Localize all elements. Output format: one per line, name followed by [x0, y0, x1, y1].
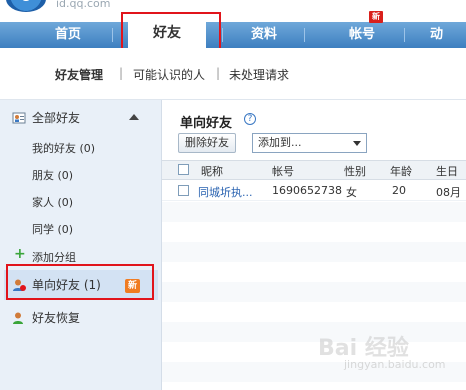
sub-nav: 好友管理 | 可能认识的人 | 未处理请求 [0, 48, 466, 100]
table-header: 昵称 帐号 性别 年龄 生日 [162, 160, 466, 180]
site-url: id.qq.com [56, 0, 111, 10]
empty-row [162, 322, 466, 342]
sidebar-recovery-label: 好友恢复 [32, 311, 81, 325]
user-warning-icon [13, 279, 26, 291]
page-title: 单向好友 [180, 116, 233, 131]
nav-home[interactable]: 首页 [36, 22, 100, 48]
column-header-gender[interactable]: 性别 [344, 163, 366, 179]
nav-divider [404, 28, 405, 42]
help-icon[interactable]: ? [244, 113, 256, 125]
subnav-separator: | [216, 66, 221, 80]
sidebar-group-family[interactable]: 家人 (0) [32, 194, 73, 210]
row-nickname-link[interactable]: 同城圻执... [198, 184, 253, 200]
subnav-pending-requests[interactable]: 未处理请求 [229, 66, 289, 83]
main-nav: 首页 资料 帐号 动 [0, 22, 466, 48]
subnav-friend-management[interactable]: 好友管理 [55, 66, 103, 83]
chevron-up-icon[interactable] [129, 114, 139, 120]
sidebar-all-friends[interactable]: 全部好友 [4, 102, 158, 134]
add-to-group-select[interactable]: 添加到... [252, 133, 367, 153]
sidebar-one-way-friends[interactable]: 单向好友 (1) 新 [4, 270, 158, 300]
baidu-watermark-url: jingyan.baidu.com [344, 358, 446, 371]
chevron-down-icon [353, 141, 361, 146]
plus-icon: + [14, 246, 26, 262]
sidebar-all-friends-label: 全部好友 [32, 111, 81, 125]
nav-divider [222, 28, 223, 42]
row-account: 1690652738 [272, 184, 342, 197]
sidebar-friend-recovery[interactable]: 好友恢复 [4, 302, 158, 334]
column-header-age[interactable]: 年龄 [390, 163, 412, 179]
nav-account[interactable]: 帐号 [330, 22, 394, 48]
nav-friends-tab[interactable]: 好友 [128, 16, 206, 48]
select-all-checkbox[interactable] [178, 164, 189, 175]
subnav-people-you-may-know[interactable]: 可能认识的人 [133, 66, 205, 83]
add-group-label: 添加分组 [32, 251, 76, 264]
sidebar-group-classmates[interactable]: 同学 (0) [32, 221, 73, 237]
nav-divider [112, 28, 113, 42]
empty-row [162, 242, 466, 262]
subnav-separator: | [119, 66, 124, 80]
sidebar-group-my-friends[interactable]: 我的好友 (0) [32, 140, 95, 156]
column-header-birthday[interactable]: 生日 [436, 163, 458, 179]
new-badge: 新 [125, 279, 140, 293]
user-restore-icon [13, 312, 23, 324]
sidebar-group-friends[interactable]: 朋友 (0) [32, 167, 73, 183]
nav-profile[interactable]: 资料 [232, 22, 296, 48]
empty-row [162, 282, 466, 302]
row-birthday: 08月 [436, 186, 461, 199]
sidebar-one-way-label: 单向好友 (1) [32, 278, 101, 292]
add-to-group-select-value: 添加到... [258, 136, 302, 149]
nav-activity[interactable]: 动 [430, 22, 466, 48]
column-header-nickname[interactable]: 昵称 [201, 163, 223, 179]
row-gender: 女 [346, 186, 357, 199]
table-row[interactable]: 同城圻执... 1690652738 女 20 08月 [162, 181, 466, 201]
column-header-account[interactable]: 帐号 [272, 163, 294, 179]
empty-row [162, 202, 466, 222]
qq-logo [6, 0, 46, 12]
new-badge: 新 [369, 11, 383, 23]
row-checkbox[interactable] [178, 185, 189, 196]
nav-divider [304, 28, 305, 42]
contact-card-icon [12, 112, 26, 124]
main-panel: 单向好友 ? 删除好友 添加到... 昵称 帐号 性别 年龄 生日 同城圻执..… [162, 100, 466, 390]
row-age: 20 [392, 184, 406, 197]
top-strip: id.qq.com [0, 0, 466, 22]
sidebar: 全部好友 我的好友 (0) 朋友 (0) 家人 (0) 同学 (0) + 添加分… [0, 100, 162, 390]
delete-friend-button[interactable]: 删除好友 [178, 133, 236, 153]
